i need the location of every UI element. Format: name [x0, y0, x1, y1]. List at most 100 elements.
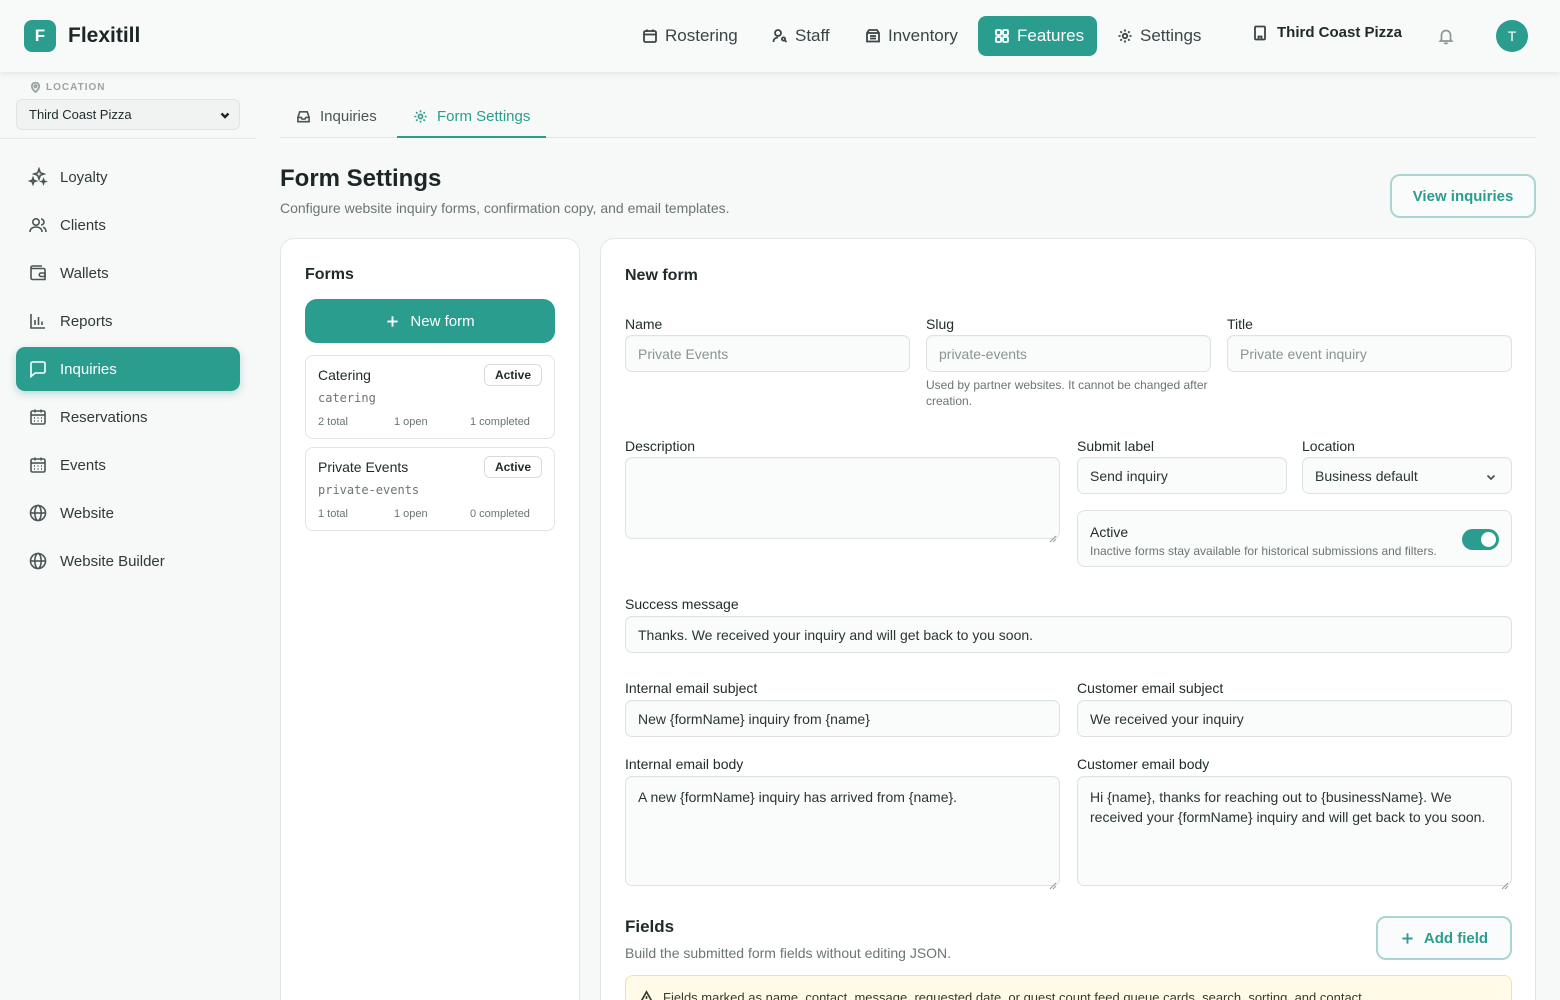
sidebar-item-loyalty[interactable]: Loyalty [16, 155, 240, 199]
location-label: LOCATION [30, 82, 105, 93]
customer-email-subject-field[interactable]: We received your inquiry [1077, 700, 1512, 737]
location-select[interactable]: Third Coast Pizza [16, 99, 240, 130]
sidebar-item-label: Website Builder [60, 552, 165, 570]
tab-form-settings-label: Form Settings [437, 107, 531, 125]
form-total-count: 2 total [318, 416, 348, 428]
new-form-button[interactable]: New form [305, 299, 555, 343]
add-field-button[interactable]: Add field [1376, 916, 1512, 960]
form-slug: private-events [318, 483, 420, 497]
users-icon [29, 217, 47, 233]
warning-triangle-icon [639, 990, 654, 1000]
form-list-item-catering[interactable]: Catering Active catering 2 total 1 open … [305, 355, 555, 439]
active-toggle[interactable] [1462, 529, 1499, 550]
business-switcher[interactable]: Third Coast Pizza [1252, 24, 1402, 41]
name-label: Name [625, 316, 663, 332]
user-key-icon [772, 29, 788, 43]
notifications-button[interactable] [1437, 27, 1455, 45]
forms-panel: Forms New form Catering Active catering … [280, 238, 580, 1000]
customer-email-body-field[interactable]: Hi {name}, thanks for reaching out to {b… [1077, 776, 1512, 890]
page-title: Form Settings [280, 165, 442, 192]
fields-section-subtitle: Build the submitted form fields without … [625, 945, 952, 961]
submit-label-label: Submit label [1077, 438, 1155, 454]
calendar-icon [30, 409, 46, 425]
toggle-knob [1481, 532, 1496, 547]
slug-label: Slug [926, 316, 955, 332]
chevron-down-icon [1485, 470, 1497, 482]
resize-handle-icon[interactable] [1049, 875, 1057, 890]
inbox-icon [297, 111, 310, 123]
customer-email-subject-label: Customer email subject [1077, 680, 1224, 696]
user-avatar[interactable]: T [1496, 20, 1528, 52]
view-inquiries-button[interactable]: View inquiries [1390, 174, 1536, 218]
nav-inventory[interactable]: Inventory [855, 16, 968, 56]
sidebar-item-website[interactable]: Website [16, 491, 240, 535]
sidebar-item-wallets[interactable]: Wallets [16, 251, 240, 295]
nav-settings-label: Settings [1140, 26, 1202, 45]
top-navigation-bar: F Flexitill Rostering Staff Inventory Fe… [0, 0, 1560, 72]
title-label: Title [1227, 316, 1253, 332]
sidebar-item-events[interactable]: Events [16, 443, 240, 487]
calendar-icon [30, 457, 46, 473]
sparkles-icon [28, 167, 48, 187]
description-label: Description [625, 438, 696, 454]
chevron-down-icon [219, 109, 231, 121]
internal-email-subject-field[interactable]: New {formName} inquiry from {name} [625, 700, 1060, 737]
wallet-icon [30, 265, 46, 281]
nav-staff-label: Staff [795, 26, 830, 45]
resize-handle-icon[interactable] [1049, 528, 1057, 543]
sidebar-divider [0, 138, 256, 139]
grid-icon [995, 29, 1009, 43]
brand[interactable]: F Flexitill [24, 20, 140, 52]
form-list-item-private-events[interactable]: Private Events Active private-events 1 t… [305, 447, 555, 531]
status-badge: Active [483, 364, 542, 386]
tab-form-settings[interactable]: Form Settings [397, 96, 547, 138]
nav-inventory-label: Inventory [888, 26, 958, 45]
fields-section-title: Fields [625, 917, 675, 936]
sidebar-item-reports[interactable]: Reports [16, 299, 240, 343]
customer-email-body-value: Hi {name}, thanks for reaching out to {b… [1090, 789, 1486, 825]
active-description: Inactive forms stay available for histor… [1090, 544, 1437, 558]
sidebar-item-reservations[interactable]: Reservations [16, 395, 240, 439]
location-field-select[interactable]: Business default [1302, 457, 1512, 494]
brand-name: Flexitill [68, 24, 141, 47]
form-open-count: 1 open [394, 416, 428, 428]
business-name: Third Coast Pizza [1277, 24, 1403, 41]
sidebar-item-label: Wallets [60, 264, 109, 282]
title-field[interactable]: Private event inquiry [1227, 335, 1512, 372]
nav-settings[interactable]: Settings [1107, 16, 1211, 56]
name-field[interactable]: Private Events [625, 335, 910, 372]
resize-handle-icon[interactable] [1501, 875, 1509, 890]
sidebar-item-inquiries[interactable]: Inquiries [16, 347, 240, 391]
add-field-label: Add field [1423, 929, 1489, 947]
building-icon [1254, 25, 1266, 40]
form-editor-panel: New form Name Private Events Slug privat… [600, 238, 1536, 1000]
slug-field[interactable]: private-events [926, 335, 1211, 372]
nav-staff[interactable]: Staff [762, 16, 840, 56]
forms-panel-title: Forms [305, 266, 354, 283]
form-name: Catering [318, 367, 371, 383]
plus-icon [1402, 932, 1413, 944]
gear-icon [414, 109, 427, 123]
form-name: Private Events [318, 459, 409, 475]
submit-label-field[interactable]: Send inquiry [1077, 457, 1287, 494]
sidebar-item-website-builder[interactable]: Website Builder [16, 539, 240, 583]
tab-inquiries[interactable]: Inquiries [280, 96, 393, 137]
active-toggle-row: Active Inactive forms stay available for… [1077, 510, 1512, 567]
globe-icon [29, 552, 47, 570]
sidebar-item-label: Events [60, 456, 106, 474]
sidebar-item-label: Reports [60, 312, 113, 330]
sidebar-item-clients[interactable]: Clients [16, 203, 240, 247]
archive-icon [866, 29, 880, 43]
success-message-field[interactable]: Thanks. We received your inquiry and wil… [625, 616, 1512, 653]
active-title: Active [1090, 524, 1129, 540]
sidebar-item-label: Website [60, 504, 114, 522]
globe-icon [29, 504, 47, 522]
description-field[interactable] [625, 457, 1060, 543]
internal-email-body-field[interactable]: A new {formName} inquiry has arrived fro… [625, 776, 1060, 890]
status-badge: Active [483, 456, 542, 478]
form-completed-count: 1 completed [470, 416, 530, 428]
nav-features[interactable]: Features [978, 16, 1097, 56]
nav-rostering[interactable]: Rostering [632, 16, 748, 56]
plus-icon [387, 315, 399, 327]
internal-email-subject-label: Internal email subject [625, 680, 758, 696]
